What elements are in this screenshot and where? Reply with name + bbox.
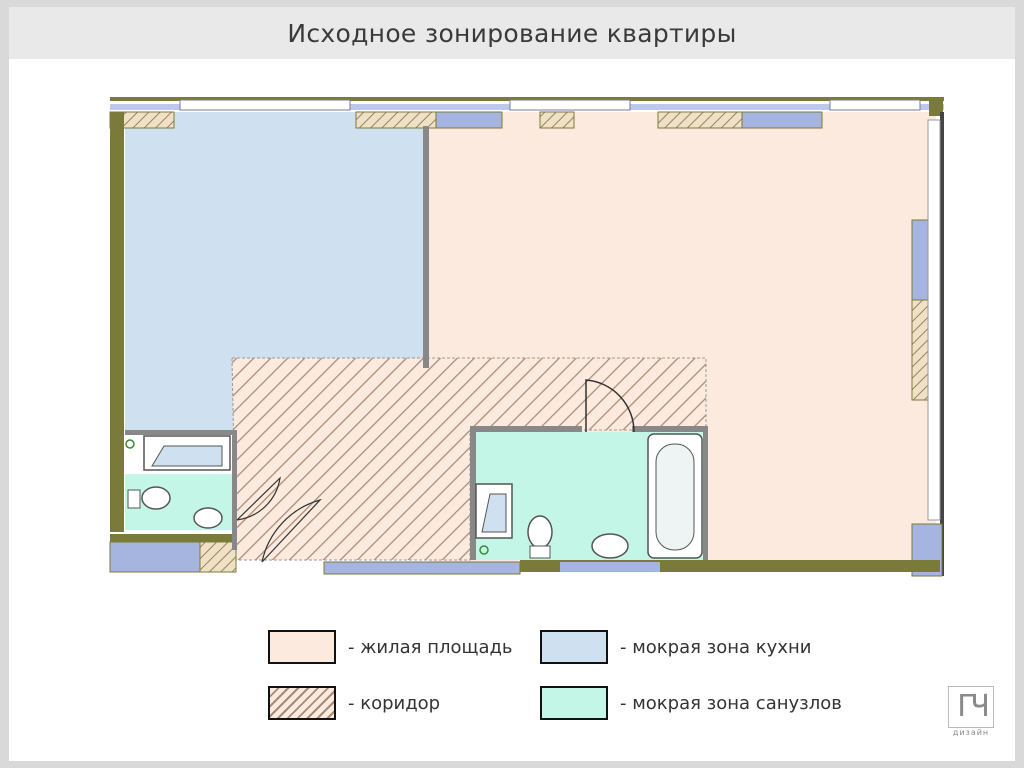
legend-living: - жилая площадь bbox=[268, 630, 513, 664]
logo-mark: ГЧ bbox=[948, 686, 994, 728]
legend-kitchen: - мокрая зона кухни bbox=[540, 630, 811, 664]
legend-swatch-corridor bbox=[268, 686, 336, 720]
legend-bath: - мокрая зона санузлов bbox=[540, 686, 842, 720]
window bbox=[829, 99, 921, 111]
legend-swatch-kitchen bbox=[540, 630, 608, 664]
legend-label-kitchen: - мокрая зона кухни bbox=[620, 636, 812, 658]
legend-swatch-living bbox=[268, 630, 336, 664]
toilet-main bbox=[527, 515, 553, 549]
brand-logo: ГЧ дизайн bbox=[948, 686, 994, 748]
sink-left bbox=[193, 507, 223, 529]
window bbox=[509, 99, 631, 111]
legend-label-living: - жилая площадь bbox=[348, 636, 513, 658]
legend-swatch-bath bbox=[540, 686, 608, 720]
legend-corridor: - коридор bbox=[268, 686, 440, 720]
toilet-left bbox=[141, 486, 171, 510]
legend-label-bath: - мокрая зона санузлов bbox=[620, 692, 842, 714]
window bbox=[179, 99, 351, 111]
logo-caption: дизайн bbox=[952, 728, 990, 737]
sink-main bbox=[591, 533, 629, 559]
legend-label-corridor: - коридор bbox=[348, 692, 441, 714]
